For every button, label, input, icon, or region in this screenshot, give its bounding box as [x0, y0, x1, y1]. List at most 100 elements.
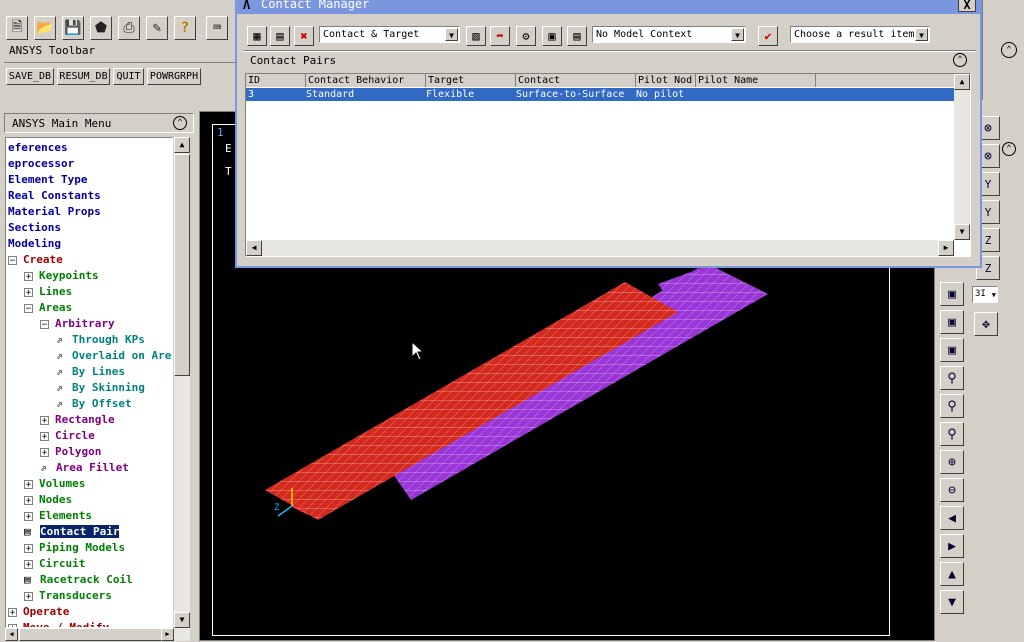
expand-icon[interactable]: + — [24, 543, 33, 553]
tree-hscrollbar[interactable]: ◀ ▶ — [5, 628, 190, 641]
tree-item[interactable]: eprocessor — [8, 156, 74, 172]
pan-left-icon[interactable]: ◀ — [940, 506, 964, 530]
expand-icon[interactable]: + — [24, 287, 33, 297]
scroll-right-icon[interactable]: ▶ — [161, 628, 174, 641]
back-view-icon[interactable]: ▣ — [940, 310, 964, 334]
collapse-tree-icon[interactable]: − — [40, 319, 49, 329]
table-hscrollbar[interactable]: ◀ ▶ — [246, 240, 954, 256]
open-folder-icon[interactable]: 📂 — [34, 16, 56, 40]
results-check-icon[interactable]: ✔ — [758, 26, 778, 46]
expand-icon[interactable]: + — [40, 415, 49, 425]
tree-item[interactable]: ⇗ By Skinning — [56, 380, 145, 396]
scroll-down-icon[interactable]: ▼ — [174, 612, 190, 628]
tree-item[interactable]: Element Type — [8, 172, 87, 188]
zoom-out-icon[interactable]: ⊖ — [940, 478, 964, 502]
cube-icon[interactable]: ⬟ — [90, 16, 112, 40]
edit-icon[interactable]: ✎ — [146, 16, 168, 40]
tree-item[interactable]: eferences — [8, 140, 68, 156]
pan-up-icon[interactable]: ▲ — [940, 562, 964, 586]
table-vscrollbar[interactable]: ▲ ▼ — [954, 74, 970, 240]
right-collapse-top-icon[interactable]: ⌃ — [1001, 42, 1017, 58]
iso-view-icon[interactable]: ▣ — [940, 338, 964, 362]
expand-icon[interactable]: + — [24, 591, 33, 601]
tree-item[interactable]: Real Constants — [8, 188, 101, 204]
tree-item[interactable]: + Keypoints — [24, 268, 99, 284]
tree-item[interactable]: ▤ Racetrack Coil — [24, 572, 133, 588]
table-scroll-right-icon[interactable]: ▶ — [938, 240, 954, 256]
tree-item[interactable]: + Circle — [40, 428, 95, 444]
list-pairs-icon[interactable]: ▦ — [247, 26, 267, 46]
tree-item[interactable]: ⇗ Overlaid on Are — [56, 348, 171, 364]
tree-item[interactable]: + Operate — [8, 604, 69, 620]
tree-item[interactable]: + Volumes — [24, 476, 85, 492]
tree-item[interactable]: ⇗ By Offset — [56, 396, 132, 412]
col-pilot-node[interactable]: Pilot Nod — [636, 74, 696, 87]
scroll-up-icon[interactable]: ▲ — [174, 137, 190, 153]
expand-icon[interactable]: + — [24, 479, 33, 489]
result-item-combo[interactable]: Choose a result item ▼ — [790, 26, 930, 43]
tree-item[interactable]: ⇗ Through KPs — [56, 332, 145, 348]
type-combo[interactable]: Contact & Target ▼ — [319, 26, 460, 43]
expand-icon[interactable]: + — [40, 431, 49, 441]
result-item-combo-arrow-icon[interactable]: ▼ — [915, 28, 928, 41]
expand-icon[interactable]: + — [24, 271, 33, 281]
view-combo-arrow-icon[interactable]: ▼ — [992, 288, 996, 303]
type-combo-arrow-icon[interactable]: ▼ — [445, 28, 458, 41]
col-target[interactable]: Target — [426, 74, 516, 87]
quit-button[interactable]: QUIT — [113, 68, 144, 85]
pan-down-icon[interactable]: ▼ — [940, 590, 964, 614]
powrgrph-button[interactable]: POWRGRPH — [147, 68, 201, 85]
expand-icon[interactable]: + — [40, 447, 49, 457]
properties-icon[interactable]: ⚙ — [516, 26, 536, 46]
expand-icon[interactable]: + — [24, 495, 33, 505]
tree-item[interactable]: ⇗ By Lines — [56, 364, 125, 380]
col-id[interactable]: ID — [246, 74, 306, 87]
initial-info-icon[interactable]: ▤ — [567, 26, 587, 46]
zoom-in-icon[interactable]: ⊕ — [940, 450, 964, 474]
tree-item[interactable]: ▤ Contact Pair — [24, 524, 120, 540]
zoom-box-icon[interactable]: ⚲ — [940, 394, 964, 418]
scroll-thumb[interactable] — [174, 154, 190, 376]
context-combo-arrow-icon[interactable]: ▼ — [731, 28, 744, 41]
view-combo[interactable]: 3I ▼ — [972, 286, 998, 303]
save-icon[interactable]: 💾 — [62, 16, 84, 40]
front-view-icon[interactable]: ▣ — [940, 282, 964, 306]
tree-item[interactable]: − Areas — [24, 300, 72, 316]
collapse-icon[interactable]: ⌃ — [173, 116, 187, 130]
pan-right-icon[interactable]: ▶ — [940, 534, 964, 558]
tree-item[interactable]: + Elements — [24, 508, 92, 524]
tree-item[interactable]: Sections — [8, 220, 61, 236]
tree-item[interactable]: − Arbitrary — [40, 316, 115, 332]
flip-icon[interactable]: ➦ — [490, 26, 510, 46]
close-icon[interactable]: X — [958, 0, 976, 12]
col-contact[interactable]: Contact — [516, 74, 636, 87]
tree-scrollbar[interactable]: ▲ ▼ — [174, 137, 190, 628]
table-row[interactable]: 3 Standard Flexible Surface-to-Surface N… — [246, 88, 954, 101]
check-contact-icon[interactable]: ▣ — [542, 26, 562, 46]
tree-item[interactable]: + Piping Models — [24, 540, 125, 556]
tree-item[interactable]: +Move / Modify — [8, 620, 109, 627]
tree-item[interactable]: + Nodes — [24, 492, 72, 508]
collapse-tree-icon[interactable]: − — [24, 303, 33, 313]
plot-icon[interactable]: ▧ — [466, 26, 486, 46]
right-collapse-icon[interactable]: ⌃ — [1002, 142, 1016, 156]
tree-item[interactable]: + Lines — [24, 284, 72, 300]
print-icon[interactable]: ⎙ — [118, 16, 140, 40]
tree-item[interactable]: + Circuit — [24, 556, 85, 572]
table-scroll-down-icon[interactable]: ▼ — [954, 224, 970, 240]
help-icon[interactable]: ? — [174, 16, 196, 40]
save-db-button[interactable]: SAVE_DB — [6, 68, 54, 85]
zoom-icon[interactable]: ⚲ — [940, 366, 964, 390]
context-combo[interactable]: No Model Context ▼ — [592, 26, 746, 43]
zoom-back-icon[interactable]: ⚲ — [940, 422, 964, 446]
tree-item[interactable]: + Transducers — [24, 588, 112, 604]
collapse-tree-icon[interactable]: − — [8, 255, 17, 265]
col-behavior[interactable]: Contact Behavior — [306, 74, 426, 87]
expand-icon[interactable]: + — [8, 607, 17, 617]
contact-wizard-icon[interactable]: ▤ — [270, 26, 290, 46]
tree-item[interactable]: + Rectangle — [40, 412, 115, 428]
section-collapse-icon[interactable]: ⌃ — [953, 53, 967, 67]
tree-item[interactable]: Material Props — [8, 204, 101, 220]
dynamic-icon[interactable]: ✥ — [974, 312, 998, 336]
tree-item[interactable]: ⇗ Area Fillet — [40, 460, 129, 476]
